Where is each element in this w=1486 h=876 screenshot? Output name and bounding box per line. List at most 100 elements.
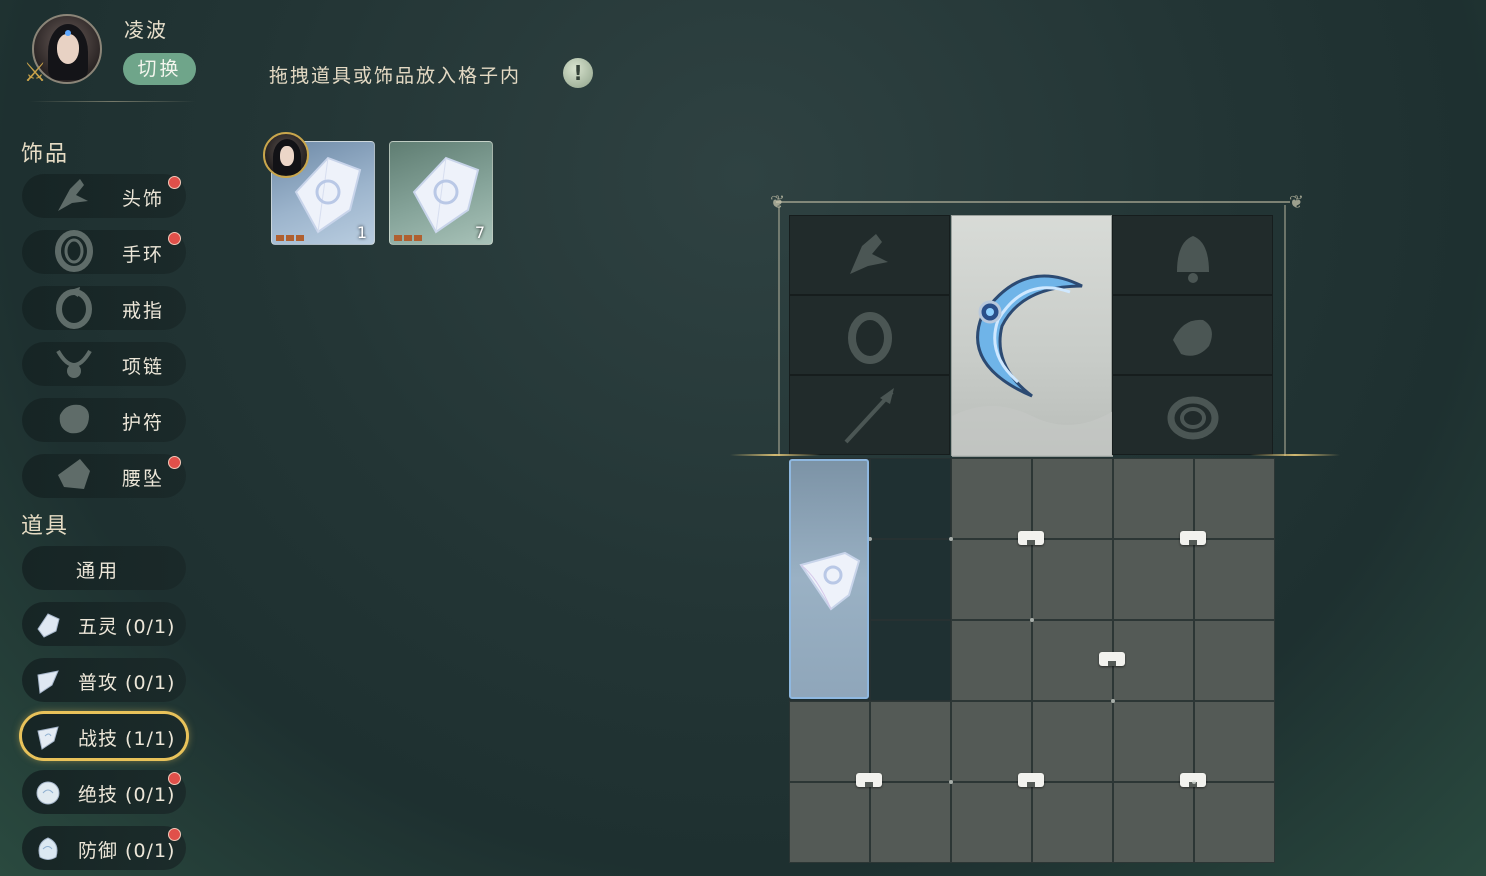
items-defense-button[interactable]: 防御 (0/1) (22, 826, 186, 870)
item-label: 战技 (1/1) (78, 728, 176, 750)
necklace-icon (56, 349, 92, 378)
notification-dot (168, 828, 181, 841)
grid-marker (949, 537, 953, 541)
grid-cell[interactable] (789, 701, 870, 782)
amulet-icon (59, 404, 89, 434)
grid-cell[interactable] (1032, 539, 1113, 620)
grid-cell[interactable] (789, 782, 870, 863)
battle-skill-gem-icon (37, 726, 59, 750)
grid-cell[interactable] (951, 620, 1032, 701)
ring-icon (56, 287, 92, 329)
lock-icon[interactable] (856, 773, 882, 787)
grid-cell[interactable] (870, 539, 951, 620)
lock-icon[interactable] (1018, 531, 1044, 545)
lock-icon[interactable] (1099, 652, 1125, 666)
bell-slot-icon (1177, 236, 1209, 283)
headpiece-slot[interactable] (789, 215, 950, 295)
normal-attack-gem-icon (37, 670, 59, 694)
item-label: 普攻 (0/1) (78, 672, 176, 694)
bracelet-icon (55, 230, 93, 272)
items-section-title: 道具 (21, 514, 70, 539)
weapon-slot[interactable] (951, 215, 1113, 457)
notification-dot (168, 232, 181, 245)
items-five-spirits-button[interactable]: 五灵 (0/1) (22, 602, 186, 646)
placed-gem-item[interactable] (789, 459, 869, 699)
notification-dot (168, 176, 181, 189)
accessories-section-title: 饰品 (21, 142, 70, 167)
waist-pendant-icon (58, 459, 90, 489)
crescent-blade-icon (952, 274, 1113, 457)
items-battle-skill-button[interactable]: 战技 (1/1) (22, 714, 186, 758)
grid-cell[interactable] (1113, 620, 1194, 701)
accessory-headpiece-button[interactable]: 头饰 (22, 174, 186, 218)
accessory-amulet-button[interactable]: 护符 (22, 398, 186, 442)
character-name: 凌波 (124, 18, 168, 42)
grid-cell[interactable] (870, 782, 951, 863)
durability-bar (394, 235, 422, 241)
header-divider (30, 101, 196, 102)
grid-cell[interactable] (1113, 539, 1194, 620)
accessory-necklace-button[interactable]: 项链 (22, 342, 186, 386)
crossed-swords-icon: ⚔ (23, 58, 47, 88)
grid-cell[interactable] (951, 782, 1032, 863)
pendant-slot[interactable] (1112, 295, 1273, 375)
accessory-ring-button[interactable]: 戒指 (22, 286, 186, 330)
item-label: 五灵 (0/1) (78, 616, 176, 638)
board-frame-left (778, 205, 780, 456)
crystal-gem-icon (412, 156, 480, 234)
items-ultimate-button[interactable]: 绝技 (0/1) (22, 770, 186, 814)
grid-cell[interactable] (1032, 701, 1113, 782)
item-count: 1 (356, 223, 367, 242)
grid-cell[interactable] (1194, 539, 1275, 620)
item-label: 防御 (0/1) (78, 840, 176, 862)
crystal-gem-icon (799, 551, 861, 611)
grid-cell[interactable] (1113, 782, 1194, 863)
notification-dot (168, 456, 181, 469)
accessory-label: 腰坠 (122, 468, 165, 490)
drag-instruction: 拖拽道具或饰品放入格子内 (269, 65, 522, 87)
grid-marker (1192, 780, 1196, 784)
grid-marker (1111, 699, 1115, 703)
grid-cell[interactable] (1032, 458, 1113, 539)
hairpin-slot-icon (844, 388, 894, 444)
switch-character-button[interactable]: 切换 (123, 53, 196, 85)
grid-cell[interactable] (1194, 458, 1275, 539)
board-frame-right (1284, 205, 1286, 456)
info-icon[interactable]: ! (563, 58, 593, 88)
accessory-bracelet-button[interactable]: 手环 (22, 230, 186, 274)
hairpin-slot[interactable] (789, 375, 950, 455)
grid-cell[interactable] (1194, 620, 1275, 701)
accessory-label: 头饰 (122, 188, 165, 210)
grid-cell[interactable] (870, 458, 951, 539)
grid-cell[interactable] (951, 701, 1032, 782)
grid-cell[interactable] (1032, 782, 1113, 863)
grid-cell[interactable] (1113, 701, 1194, 782)
equipped-character-avatar (263, 132, 309, 178)
defense-gem-icon (38, 837, 58, 860)
ultimate-gem-icon (36, 781, 60, 805)
pendant-slot-icon (1173, 319, 1212, 356)
grid-cell[interactable] (870, 620, 951, 701)
accessory-label: 护符 (122, 412, 165, 434)
accessory-label: 项链 (122, 356, 165, 378)
headpiece-slot-icon (850, 234, 888, 274)
bell-slot[interactable] (1112, 215, 1273, 295)
notification-dot (168, 772, 181, 785)
grid-cell[interactable] (1194, 701, 1275, 782)
frame-ornament-left-icon: ❦ (770, 192, 786, 213)
grid-cell[interactable] (1113, 458, 1194, 539)
accessory-waist-pendant-button[interactable]: 腰坠 (22, 454, 186, 498)
grid-cell[interactable] (1194, 782, 1275, 863)
lock-icon[interactable] (1018, 773, 1044, 787)
ring-slot[interactable] (789, 295, 950, 375)
bracelet-slot-icon (1167, 396, 1219, 440)
items-normal-attack-button[interactable]: 普攻 (0/1) (22, 658, 186, 702)
grid-cell[interactable] (951, 539, 1032, 620)
grid-cell[interactable] (951, 458, 1032, 539)
grid-cell[interactable] (870, 701, 951, 782)
items-general-button[interactable]: 通用 (22, 546, 186, 590)
inventory-item-card[interactable]: 7 (389, 141, 493, 245)
bracelet-slot[interactable] (1112, 375, 1273, 455)
divider-glow-left (730, 454, 820, 456)
lock-icon[interactable] (1180, 531, 1206, 545)
